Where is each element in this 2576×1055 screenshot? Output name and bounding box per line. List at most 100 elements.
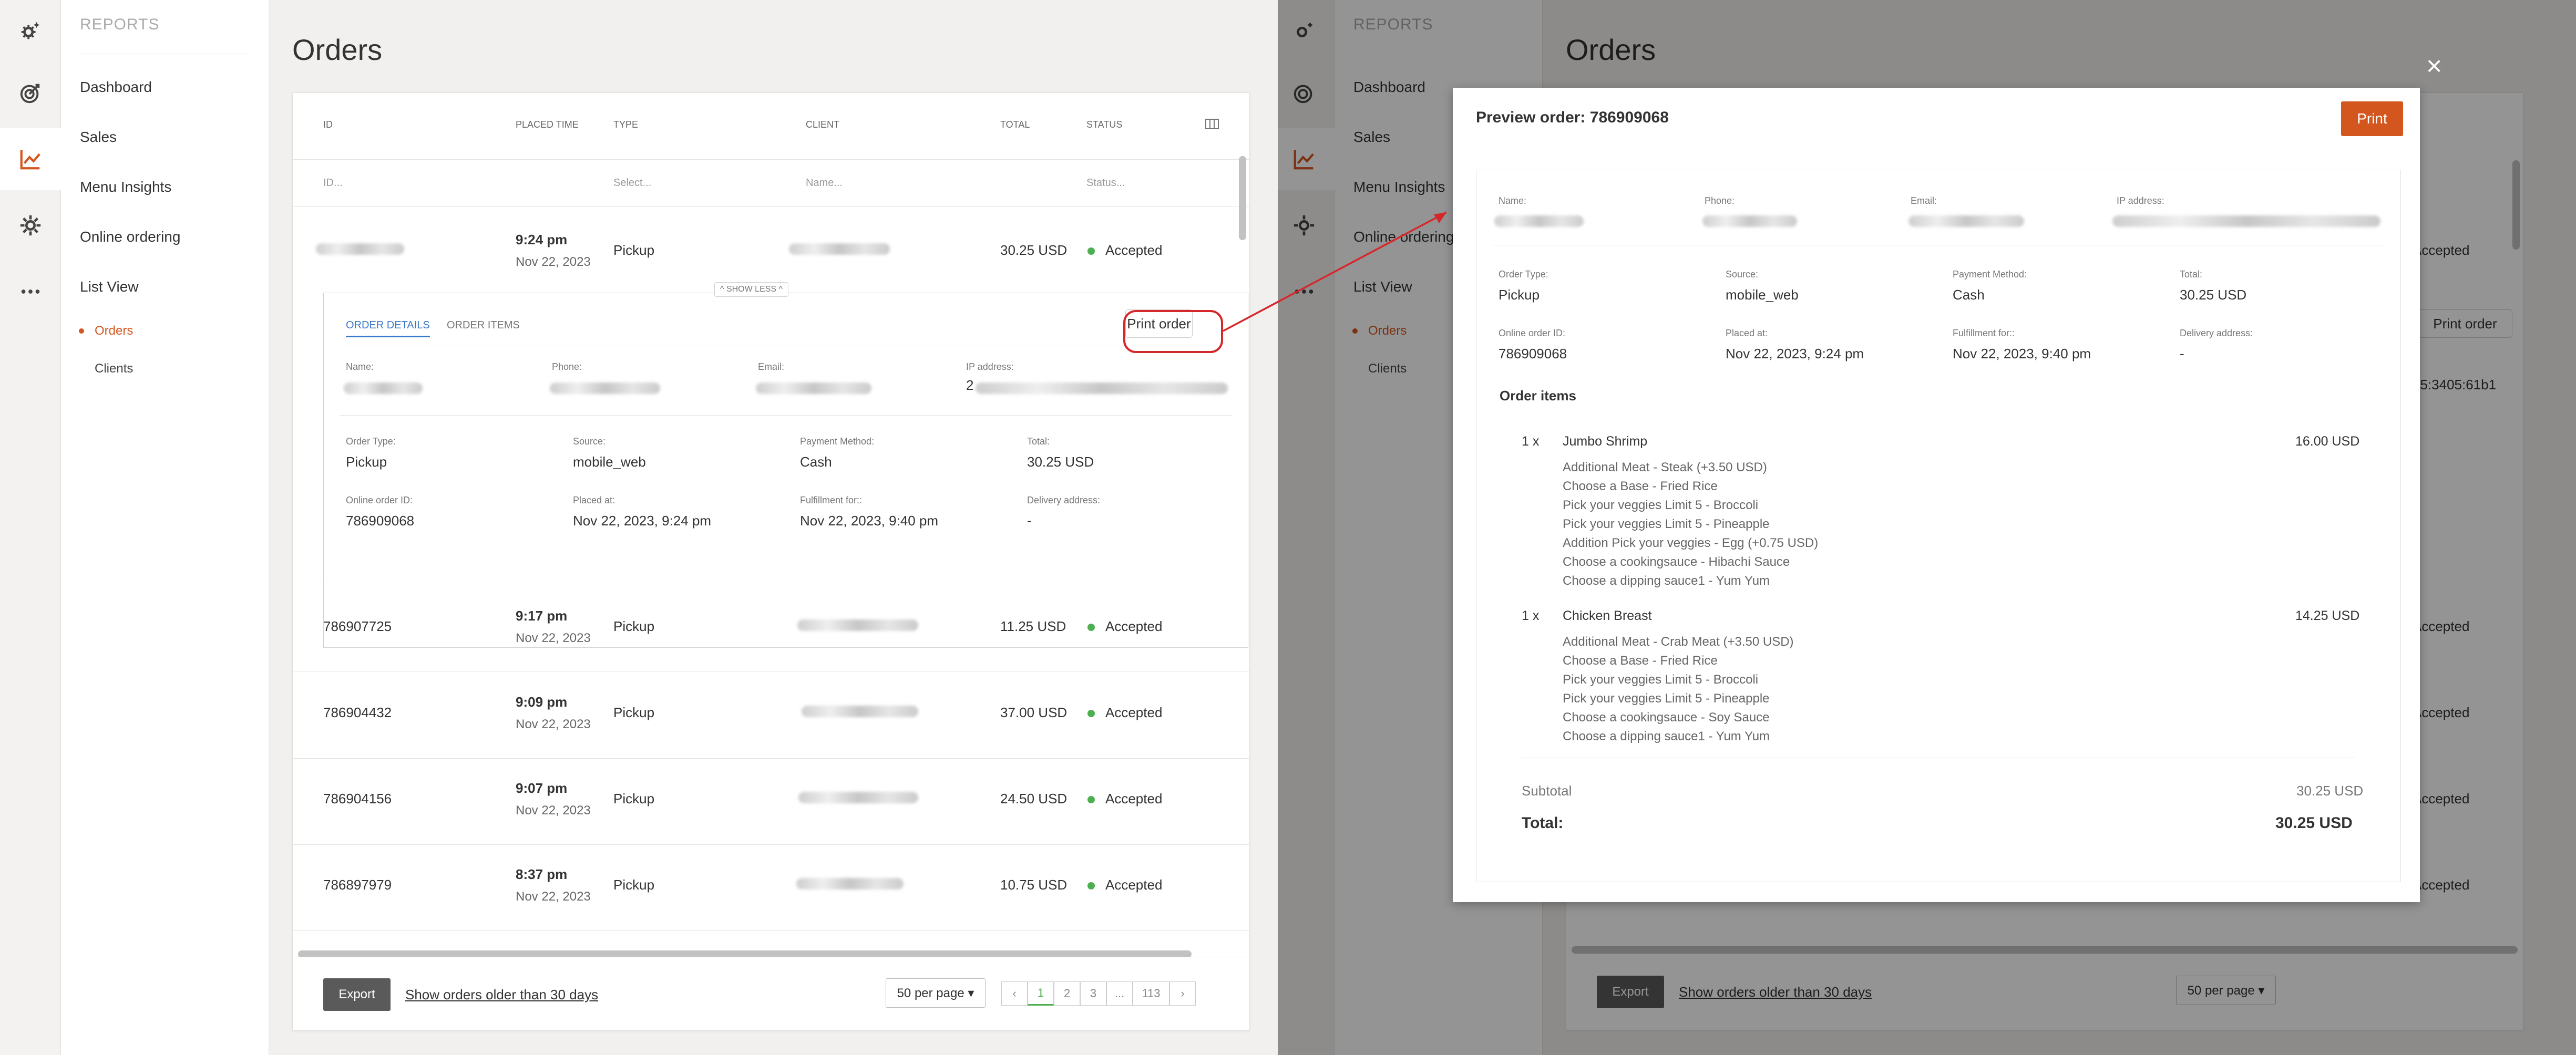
col-header-status[interactable]: STATUS [1086, 119, 1122, 130]
divider [293, 206, 1249, 207]
name-label: Name: [1499, 195, 1527, 206]
order-items-heading: Order items [1500, 388, 1576, 404]
ip-label: IP address: [2117, 195, 2164, 206]
filter-status-select[interactable]: Status... [1086, 177, 1125, 189]
nav-menu-insights[interactable]: Menu Insights [80, 179, 171, 195]
target-icon [20, 84, 40, 104]
orders-table-card: ID PLACED TIME TYPE CLIENT TOTAL STATUS … [292, 92, 1250, 1031]
older-orders-link[interactable]: Show orders older than 30 days [405, 987, 598, 1003]
source-label: Source: [1726, 269, 1759, 280]
item-name: Chicken Breast [1563, 608, 1652, 623]
item-modifier: Addition Pick your veggies - Egg (+0.75 … [1563, 536, 1819, 550]
redacted-email [1908, 215, 2024, 227]
col-header-id[interactable]: ID [323, 119, 333, 130]
gear-sparkle-icon [21, 22, 40, 39]
order-status: Accepted [1105, 242, 1163, 258]
col-header-client[interactable]: CLIENT [806, 119, 839, 130]
table-footer: Export Show orders older than 30 days 50… [293, 957, 1249, 1030]
redacted-phone [1702, 215, 1797, 227]
item-modifier: Pick your veggies Limit 5 - Broccoli [1563, 673, 1759, 687]
vertical-scrollbar[interactable] [1239, 156, 1246, 240]
order-details-panel: ORDER DETAILS ORDER ITEMS Name: Phone: E… [323, 293, 1248, 648]
row-total: 24.50 USD [1000, 791, 1068, 806]
source-value: mobile_web [1726, 287, 1799, 303]
row-type: Pickup [613, 618, 655, 634]
more-icon [21, 289, 40, 294]
redacted-ip [976, 382, 1228, 394]
pagination-next[interactable]: › [1169, 981, 1196, 1006]
close-icon[interactable]: × [2426, 53, 2442, 80]
row-order-id[interactable]: 786897979 [323, 877, 392, 893]
redacted-name [344, 382, 423, 394]
item-modifier: Choose a dipping sauce1 - Yum Yum [1563, 574, 1770, 588]
divider [293, 930, 1249, 931]
payment-label: Payment Method: [800, 436, 875, 447]
item-name: Jumbo Shrimp [1563, 434, 1648, 449]
total-label: Total: [1027, 436, 1050, 447]
print-button[interactable]: Print [2341, 101, 2403, 136]
rail-item-settings[interactable] [0, 0, 61, 62]
fulfillment-value: Nov 22, 2023, 9:40 pm [1953, 346, 2091, 361]
nav-dashboard[interactable]: Dashboard [80, 79, 152, 96]
rail-item-integrations[interactable] [0, 194, 61, 256]
row-order-id[interactable]: 786904156 [323, 791, 392, 807]
row-order-id[interactable]: 786907725 [323, 618, 392, 635]
pagination-page[interactable]: 3 [1080, 981, 1106, 1006]
item-modifier: Choose a Base - Fried Rice [1563, 654, 1718, 668]
filter-client-input[interactable]: Name... [806, 177, 843, 189]
row-date: Nov 22, 2023 [516, 803, 591, 818]
item-price: 16.00 USD [2295, 434, 2360, 449]
tab-order-details[interactable]: ORDER DETAILS [346, 319, 430, 337]
export-button[interactable]: Export [323, 978, 391, 1011]
pagination-page[interactable]: 113 [1133, 981, 1169, 1006]
icon-rail [0, 0, 61, 1055]
delivery-label: Delivery address: [2180, 328, 2253, 338]
nav-online-ordering[interactable]: Online ordering [80, 229, 180, 245]
filter-id-input[interactable]: ID... [323, 177, 343, 189]
show-less-toggle[interactable]: ^ SHOW LESS ^ [714, 282, 789, 297]
status-dot [1087, 624, 1095, 631]
per-page-select[interactable]: 50 per page ▾ [886, 978, 986, 1008]
divider [340, 415, 1232, 416]
delivery-value: - [2180, 346, 2184, 361]
order-total: 30.25 USD [1000, 242, 1068, 258]
divider [293, 844, 1249, 845]
email-label: Email: [1911, 195, 1937, 206]
fulfillment-value: Nov 22, 2023, 9:40 pm [800, 513, 939, 529]
item-price: 14.25 USD [2295, 608, 2360, 623]
item-modifier: Additional Meat - Crab Meat (+3.50 USD) [1563, 635, 1794, 649]
pagination-page[interactable]: 2 [1054, 981, 1080, 1006]
rail-item-reports[interactable] [0, 128, 61, 190]
subtotal-label: Subtotal [1522, 783, 1572, 799]
status-dot [1087, 247, 1095, 255]
nav-sales[interactable]: Sales [80, 129, 117, 146]
row-status: Accepted [1105, 705, 1163, 720]
rail-item-more[interactable] [0, 261, 61, 323]
columns-icon[interactable] [1205, 118, 1219, 130]
col-header-placed-time[interactable]: PLACED TIME [516, 119, 579, 130]
row-order-id[interactable]: 786904432 [323, 705, 392, 721]
total-label: Total: [1522, 814, 1564, 832]
source-value: mobile_web [573, 454, 646, 470]
nav-clients[interactable]: Clients [95, 361, 133, 376]
divider [293, 159, 1249, 160]
pagination-prev[interactable]: ‹ [1001, 981, 1028, 1006]
order-date: Nov 22, 2023 [516, 255, 591, 269]
placed-value: Nov 22, 2023, 9:24 pm [1726, 346, 1864, 361]
page-title: Orders [292, 33, 383, 66]
total-label: Total: [2180, 269, 2203, 280]
item-modifier: Pick your veggies Limit 5 - Broccoli [1563, 498, 1759, 512]
pagination-page[interactable]: 1 [1028, 981, 1054, 1006]
col-header-total[interactable]: TOTAL [1000, 119, 1030, 130]
row-status: Accepted [1105, 618, 1163, 634]
placed-label: Placed at: [1726, 328, 1768, 338]
nav-list-view[interactable]: List View [80, 278, 139, 295]
tab-order-items[interactable]: ORDER ITEMS [447, 319, 520, 332]
row-type: Pickup [613, 705, 655, 720]
row-date: Nov 22, 2023 [516, 631, 591, 645]
nav-orders[interactable]: Orders [95, 324, 133, 338]
filter-type-select[interactable]: Select... [613, 177, 651, 189]
redacted-client-name [802, 706, 918, 717]
rail-item-goals[interactable] [0, 62, 61, 124]
col-header-type[interactable]: TYPE [613, 119, 638, 130]
